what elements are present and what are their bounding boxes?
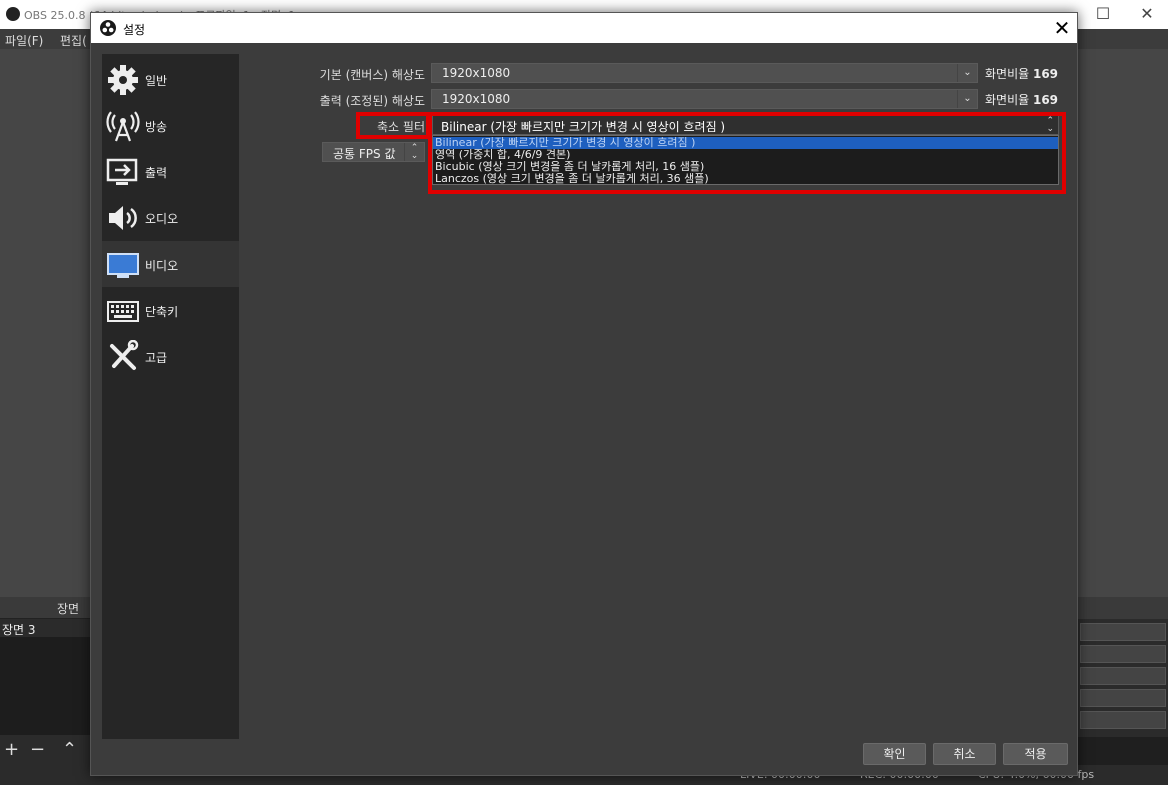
sidebar-item-label: 고급: [145, 351, 168, 365]
obs-logo-icon: [6, 7, 20, 21]
dock-button[interactable]: [1080, 623, 1166, 641]
output-aspect-ratio: 화면비율 169: [985, 91, 1058, 108]
sidebar-item-audio[interactable]: 오디오: [102, 194, 239, 240]
sidebar-item-label: 비디오: [145, 259, 179, 273]
controls-dock-header: [1078, 597, 1168, 619]
dialog-titlebar: 설정 ✕: [91, 13, 1077, 43]
scene-dock-header: 장면 목: [0, 597, 92, 633]
move-up-icon[interactable]: ⌃: [62, 739, 77, 760]
output-resolution-label: 출력 (조정된) 해상도: [319, 94, 425, 108]
dock-button[interactable]: [1080, 711, 1166, 729]
apply-button[interactable]: 적용: [1003, 743, 1068, 765]
base-resolution-combo[interactable]: 1920x1080 ⌄: [431, 63, 978, 83]
aspect-ratio-value: 169: [1032, 93, 1059, 107]
speaker-icon: [109, 206, 137, 230]
tools-icon: [110, 340, 139, 370]
sidebar-item-label: 오디오: [145, 212, 179, 226]
dock-button[interactable]: [1080, 667, 1166, 685]
sidebar-item-label: 단축키: [145, 305, 179, 319]
ok-button[interactable]: 확인: [863, 743, 926, 765]
highlight-box-dropdown: [428, 112, 1066, 194]
remove-scene-icon[interactable]: −: [30, 739, 45, 760]
highlight-box-label: [356, 112, 430, 139]
updown-icon: ⌃ ⌄: [404, 143, 424, 161]
monitor-icon: [107, 253, 139, 278]
fps-type-combo[interactable]: 공통 FPS 값 ⌃ ⌄: [322, 142, 425, 162]
settings-sidebar: 일반 방송 출력 오디오 비디오 단축키 고급: [102, 54, 239, 739]
chevron-down-icon: ⌄: [957, 64, 977, 82]
base-resolution-label: 기본 (캔버스) 해상도: [319, 68, 425, 82]
output-resolution-combo[interactable]: 1920x1080 ⌄: [431, 89, 978, 109]
aspect-ratio-value: 169: [1032, 67, 1059, 81]
output-resolution-value: 1920x1080: [442, 92, 511, 106]
maximize-icon[interactable]: ☐: [1092, 4, 1114, 24]
menu-edit[interactable]: 편집(: [60, 32, 87, 49]
chevron-down-icon: ⌄: [957, 90, 977, 108]
output-monitor-icon: [106, 158, 138, 185]
sidebar-item-output[interactable]: 출력: [102, 148, 239, 194]
scene-dock: 장면 목 장면 3 + − ⌃: [0, 597, 92, 785]
sidebar-item-label: 방송: [145, 120, 168, 134]
add-scene-icon[interactable]: +: [4, 739, 19, 760]
sidebar-item-hotkeys[interactable]: 단축키: [102, 287, 239, 333]
sidebar-item-video[interactable]: 비디오: [102, 241, 239, 287]
keyboard-icon: [107, 301, 139, 322]
aspect-ratio-label: 화면비율: [985, 93, 1033, 107]
broadcast-antenna-icon: [106, 111, 140, 142]
sidebar-item-stream[interactable]: 방송: [102, 102, 239, 148]
obs-logo-icon: [100, 20, 116, 36]
sidebar-item-advanced[interactable]: 고급: [102, 333, 239, 379]
fps-type-value: 공통 FPS 값: [333, 147, 396, 161]
base-resolution-value: 1920x1080: [442, 66, 511, 80]
settings-dialog: 설정 ✕ 일반 방송 출력 오디오 비디오 단축키 고급 기본 (캔버스) 해상…: [90, 12, 1078, 776]
sidebar-item-general[interactable]: 일반: [102, 56, 239, 102]
dialog-title: 설정: [123, 23, 146, 37]
scene-list-item[interactable]: 장면 3: [0, 619, 92, 637]
sidebar-item-label: 출력: [145, 166, 168, 180]
aspect-ratio-label: 화면비율: [985, 67, 1033, 81]
gear-icon: [108, 65, 138, 95]
close-icon[interactable]: ✕: [1049, 17, 1075, 39]
scene-name: 장면 3: [2, 623, 36, 637]
scene-list[interactable]: [0, 637, 92, 735]
close-icon[interactable]: ✕: [1136, 4, 1158, 24]
base-aspect-ratio: 화면비율 169: [985, 65, 1058, 82]
dock-button[interactable]: [1080, 689, 1166, 707]
cancel-button[interactable]: 취소: [933, 743, 996, 765]
menu-file[interactable]: 파일(F): [5, 32, 43, 49]
dock-button[interactable]: [1080, 645, 1166, 663]
controls-dock: [1078, 597, 1168, 737]
sidebar-item-label: 일반: [145, 74, 168, 88]
